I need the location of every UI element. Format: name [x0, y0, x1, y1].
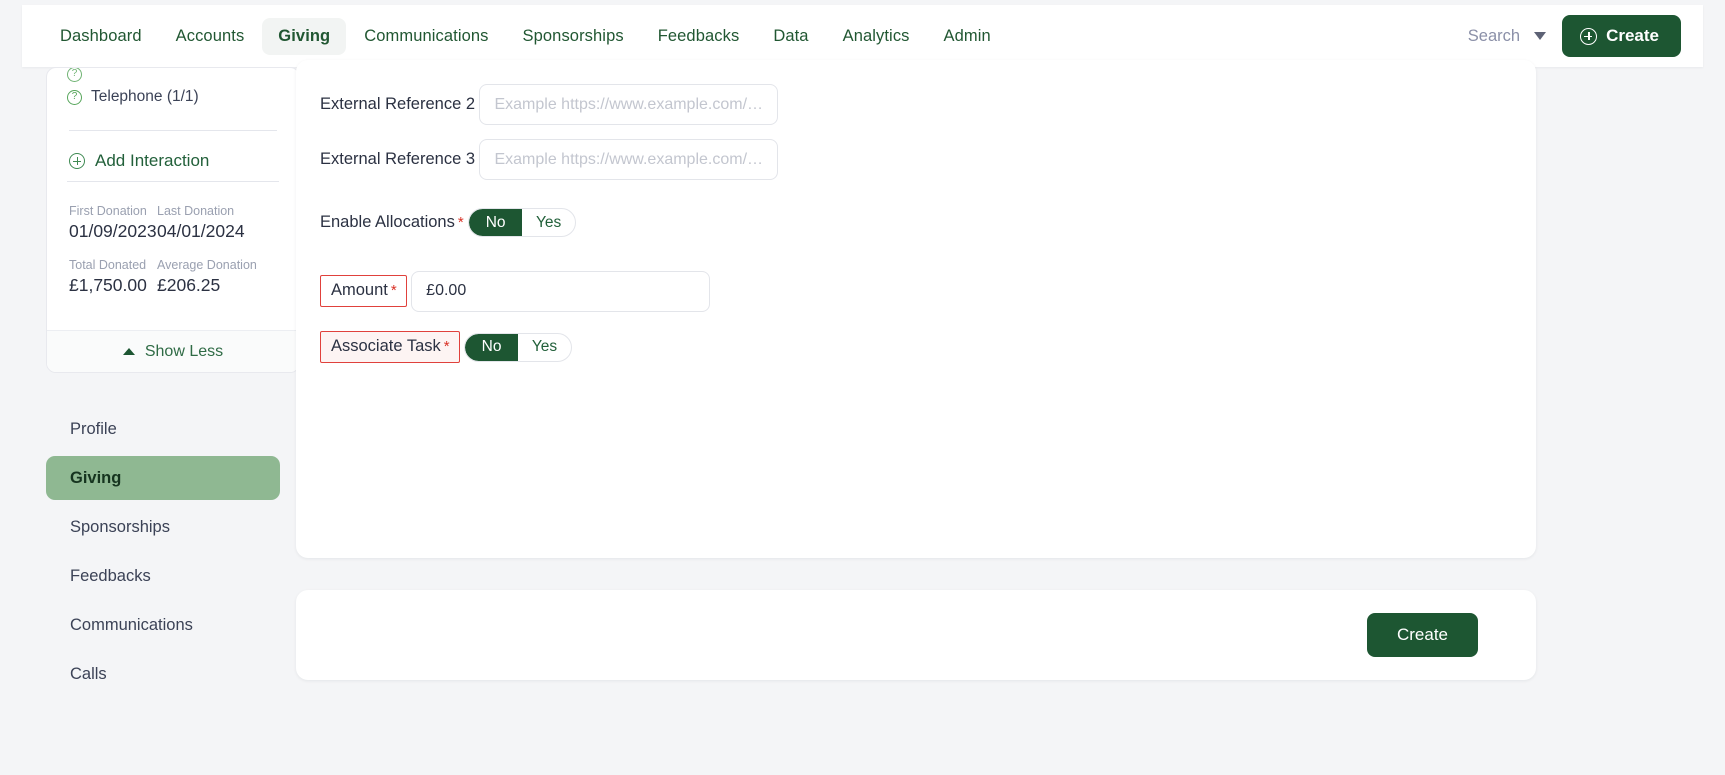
- nav-item-dashboard[interactable]: Dashboard: [44, 18, 158, 55]
- enable-allocations-toggle[interactable]: No Yes: [468, 208, 577, 237]
- nav-item-communications[interactable]: Communications: [348, 18, 504, 55]
- amount-label: Amount *: [331, 281, 397, 300]
- associate-task-label: Associate Task *: [331, 337, 450, 356]
- nav-item-accounts[interactable]: Accounts: [160, 18, 261, 55]
- associate-task-label-highlight: Associate Task *: [320, 331, 460, 363]
- create-button[interactable]: Create: [1562, 15, 1681, 57]
- nav-item-feedbacks[interactable]: Feedbacks: [642, 18, 756, 55]
- giving-form-card: External Reference 2 External Reference …: [296, 60, 1536, 558]
- associate-task-label-text: Associate Task: [331, 337, 441, 355]
- question-circle-icon: ?: [67, 68, 82, 82]
- sidebar-item-feedbacks[interactable]: Feedbacks: [46, 554, 280, 598]
- associate-task-option-no[interactable]: No: [465, 333, 519, 361]
- interaction-telephone[interactable]: ? Telephone (1/1): [65, 88, 281, 106]
- add-interaction-label: Add Interaction: [95, 151, 210, 170]
- interaction-telephone-label: Telephone (1/1): [91, 88, 199, 105]
- stat-label-last-donation: Last Donation: [157, 204, 235, 218]
- plus-circle-icon: [69, 153, 85, 169]
- required-asterisk: *: [443, 338, 450, 355]
- required-asterisk: *: [457, 213, 464, 231]
- field-associate-task: Associate Task * No Yes: [320, 331, 1536, 373]
- nav-item-giving[interactable]: Giving: [262, 17, 347, 55]
- plus-circle-icon: [1580, 27, 1598, 45]
- primary-nav: Dashboard Accounts Giving Communications…: [44, 17, 1007, 55]
- amount-label-highlight: Amount *: [320, 275, 407, 307]
- external-reference-2-input[interactable]: [479, 84, 779, 125]
- enable-allocations-label: Enable Allocations *: [320, 213, 464, 232]
- stat-label-total-donated: Total Donated: [69, 258, 147, 272]
- field-amount: Amount *: [320, 270, 1536, 318]
- sidebar-item-calls[interactable]: Calls: [46, 652, 280, 696]
- stat-label-average-donation: Average Donation: [157, 258, 257, 272]
- show-less-label: Show Less: [144, 342, 224, 360]
- enable-allocations-option-no[interactable]: No: [469, 209, 523, 236]
- triangle-up-icon: [122, 348, 135, 355]
- left-sidebar: ? ? Telephone (1/1) Add Interaction Firs…: [22, 67, 300, 767]
- external-reference-2-label: External Reference 2: [320, 94, 476, 113]
- giving-form: External Reference 2 External Reference …: [296, 60, 1536, 373]
- question-circle-icon: ?: [67, 89, 82, 105]
- nav-item-analytics[interactable]: Analytics: [827, 18, 926, 55]
- search-dropdown[interactable]: Search: [1467, 26, 1547, 46]
- top-navigation-bar: Dashboard Accounts Giving Communications…: [22, 5, 1703, 67]
- stat-value-total-donated: £1,750.00: [69, 275, 147, 295]
- sidebar-item-giving[interactable]: Giving: [46, 456, 280, 500]
- required-asterisk: *: [390, 282, 397, 299]
- stat-value-last-donation: 04/01/2024: [157, 221, 245, 241]
- chevron-down-icon: [1534, 32, 1547, 40]
- field-enable-allocations: Enable Allocations * No Yes: [320, 208, 1536, 243]
- search-label: Search: [1467, 26, 1521, 45]
- amount-label-text: Amount: [331, 281, 388, 299]
- clipped-interaction-row: ?: [65, 68, 281, 82]
- external-reference-3-label: External Reference 3: [320, 149, 476, 168]
- add-interaction-button[interactable]: Add Interaction: [67, 131, 279, 182]
- donor-summary-card: ? ? Telephone (1/1) Add Interaction Firs…: [46, 67, 300, 373]
- show-less-button[interactable]: Show Less: [47, 330, 299, 372]
- section-navigation: Profile Giving Sponsorships Feedbacks Co…: [46, 407, 280, 701]
- associate-task-option-yes[interactable]: Yes: [518, 334, 571, 361]
- sidebar-item-communications[interactable]: Communications: [46, 603, 280, 647]
- nav-item-admin[interactable]: Admin: [928, 18, 1007, 55]
- field-external-reference-3: External Reference 3: [320, 139, 1536, 180]
- sidebar-item-profile[interactable]: Profile: [46, 407, 280, 451]
- nav-right-cluster: Search Create: [1468, 15, 1681, 57]
- stat-label-first-donation: First Donation: [69, 204, 147, 218]
- footer-create-button[interactable]: Create: [1366, 613, 1478, 657]
- stat-value-average-donation: £206.25: [157, 275, 221, 295]
- external-reference-3-input[interactable]: [479, 139, 779, 180]
- form-footer-card: Create: [296, 590, 1536, 680]
- stat-value-first-donation: 01/09/2023: [69, 221, 157, 241]
- create-button-label: Create: [1606, 26, 1659, 45]
- associate-task-toggle[interactable]: No Yes: [464, 332, 573, 362]
- sidebar-item-sponsorships[interactable]: Sponsorships: [46, 505, 280, 549]
- donation-stats: First Donation Last Donation 01/09/2023 …: [65, 182, 281, 301]
- enable-allocations-option-yes[interactable]: Yes: [522, 209, 575, 236]
- nav-item-data[interactable]: Data: [757, 18, 824, 55]
- field-external-reference-2: External Reference 2: [320, 84, 1536, 125]
- amount-input[interactable]: [411, 270, 711, 312]
- nav-item-sponsorships[interactable]: Sponsorships: [507, 18, 640, 55]
- enable-allocations-label-text: Enable Allocations: [320, 212, 455, 231]
